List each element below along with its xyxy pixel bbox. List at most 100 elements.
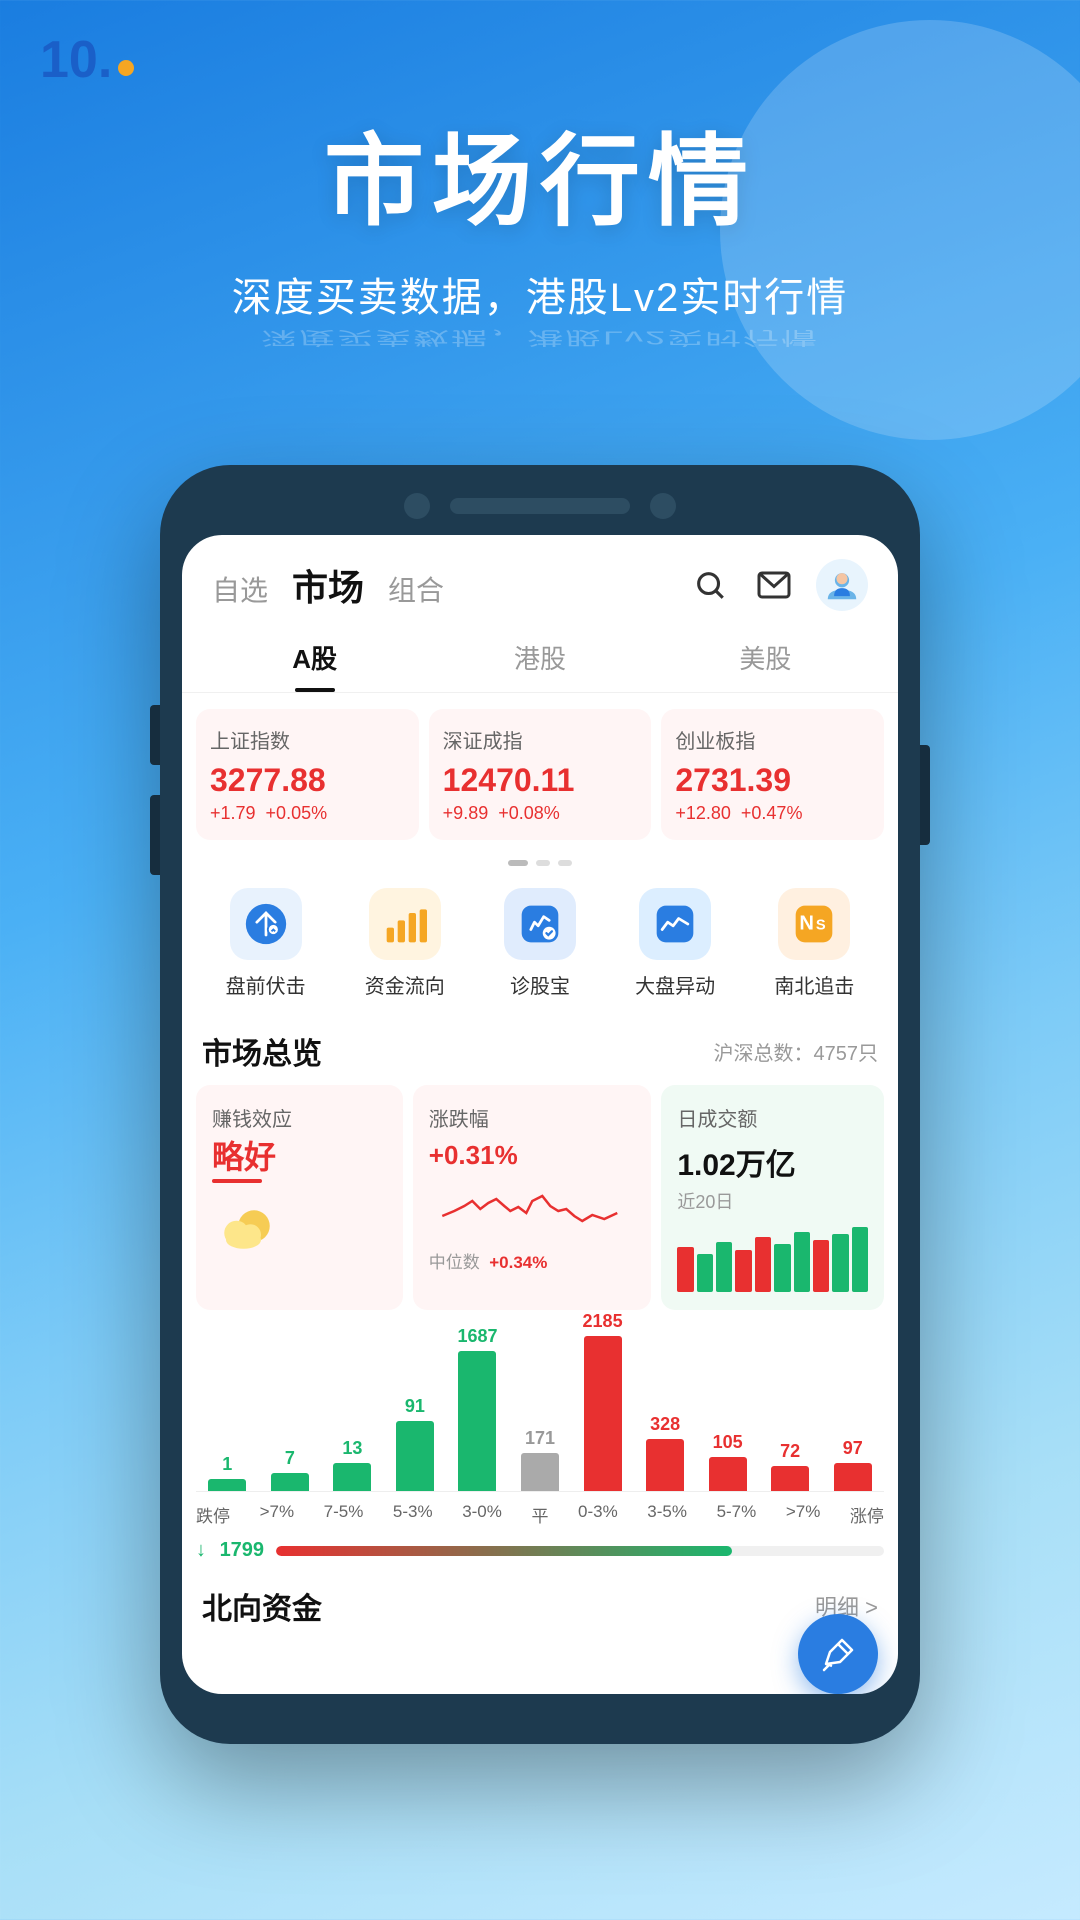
dist-col-gt7-up: 72 — [759, 1441, 822, 1491]
daily-volume-sub: 近20日 — [677, 1188, 868, 1214]
dist-bar-2 — [271, 1473, 309, 1491]
dist-label-8: 3-5% — [647, 1502, 687, 1527]
phone-screen: 自选 市场 组合 — [182, 535, 898, 1694]
side-button-left-bottom — [150, 795, 160, 875]
side-button-right — [920, 745, 930, 845]
dist-label-2: >7% — [260, 1502, 295, 1527]
top-banner: 10. 市场行情 深度买卖数据，港股Lv2实时行情 深度买卖数据，港股Lv2实时… — [0, 0, 1080, 445]
market-change-icon — [639, 888, 711, 960]
dist-label-5: 3-0% — [462, 1502, 502, 1527]
dist-val-3: 13 — [342, 1438, 362, 1459]
dist-val-1: 1 — [222, 1454, 232, 1475]
dist-label-11: 涨停 — [850, 1502, 884, 1527]
phone-wrapper: 自选 市场 组合 — [0, 465, 1080, 1744]
dist-val-11: 97 — [843, 1438, 863, 1459]
rise-fall-card[interactable]: 涨跌幅 +0.31% 中位数 +0.34% — [413, 1085, 652, 1310]
banner-subtitle-mirror: 深度买卖数据，港股Lv2实时行情 — [60, 326, 1020, 352]
dist-bar-9 — [709, 1457, 747, 1491]
progress-down-value: ↓ 1799 — [196, 1539, 264, 1562]
dist-col-3to5-up: 328 — [634, 1414, 697, 1491]
dist-label-3: 7-5% — [324, 1502, 364, 1527]
version-dot — [118, 60, 134, 76]
money-effect-card[interactable]: 赚钱效应 略好 — [196, 1085, 403, 1310]
panqian-icon — [230, 888, 302, 960]
shanghai-label: 上证指数 — [210, 725, 405, 754]
daily-volume-value: 1.02万亿 — [677, 1140, 868, 1184]
tab-a-shares[interactable]: A股 — [202, 627, 427, 692]
tool-zhengubao[interactable]: 诊股宝 — [504, 888, 576, 999]
tool-south-north[interactable]: N S 南北追击 — [774, 888, 854, 999]
dist-bar-10 — [771, 1466, 809, 1491]
index-card-shenzhen[interactable]: 深证成指 12470.11 +9.89 +0.08% — [429, 709, 652, 840]
dist-val-9: 105 — [713, 1432, 743, 1453]
dot-1 — [508, 860, 528, 866]
dist-label-7: 0-3% — [578, 1502, 618, 1527]
dist-bar-6 — [521, 1453, 559, 1491]
nav-tab-portfolio[interactable]: 组合 — [388, 569, 444, 609]
rise-fall-label: 涨跌幅 — [429, 1103, 636, 1132]
tab-us-shares[interactable]: 美股 — [653, 627, 878, 692]
daily-volume-card[interactable]: 日成交额 1.02万亿 近20日 — [661, 1085, 884, 1310]
dist-label-1: 跌停 — [196, 1502, 230, 1527]
market-overview-header: 市场总览 沪深总数：4757只 — [182, 1019, 898, 1085]
tool-money-flow[interactable]: 资金流向 — [365, 888, 445, 999]
version-number: 10. — [40, 30, 112, 90]
dist-col-diting: 1 — [196, 1454, 259, 1491]
north-funds-title: 北向资金 — [202, 1584, 322, 1628]
svg-text:N: N — [800, 913, 815, 935]
phone-top-bar — [182, 493, 898, 519]
dot-2 — [536, 860, 550, 866]
dist-bar-1 — [208, 1479, 246, 1491]
money-flow-icon — [369, 888, 441, 960]
progress-bar — [276, 1546, 884, 1556]
fab-button[interactable] — [798, 1614, 878, 1694]
index-card-shanghai[interactable]: 上证指数 3277.88 +1.79 +0.05% — [196, 709, 419, 840]
money-effect-label: 赚钱效应 — [212, 1103, 387, 1132]
south-north-icon: N S — [778, 888, 850, 960]
tool-market-change[interactable]: 大盘异动 — [635, 888, 715, 999]
dist-bars: 1 7 13 91 — [196, 1332, 884, 1492]
dist-col-7to5-down: 13 — [321, 1438, 384, 1491]
phone-mockup: 自选 市场 组合 — [160, 465, 920, 1744]
dist-col-0to3-up: 2185 — [571, 1311, 634, 1491]
down-count: 1799 — [220, 1539, 265, 1562]
shenzhen-value: 12470.11 — [443, 762, 638, 799]
chuangye-value: 2731.39 — [675, 762, 870, 799]
nav-tab-watchlist[interactable]: 自选 — [212, 569, 268, 609]
shanghai-change: +1.79 +0.05% — [210, 803, 405, 824]
dist-val-6: 171 — [525, 1428, 555, 1449]
dot-3 — [558, 860, 572, 866]
dist-col-gt7-down: 7 — [259, 1448, 322, 1491]
stats-row: 赚钱效应 略好 涨跌幅 +0.31% — [182, 1085, 898, 1324]
tab-hk-shares[interactable]: 港股 — [427, 627, 652, 692]
rise-fall-value: +0.31% — [429, 1140, 636, 1171]
dist-label-10: >7% — [786, 1502, 821, 1527]
pagination-dots — [182, 860, 898, 866]
daily-volume-label: 日成交额 — [677, 1103, 868, 1132]
side-button-left-top — [150, 705, 160, 765]
progress-bar-fill — [276, 1546, 732, 1556]
market-overview-title: 市场总览 — [202, 1029, 322, 1073]
mail-button[interactable] — [752, 563, 796, 607]
money-effect-underline — [212, 1179, 262, 1183]
avatar-button[interactable] — [816, 559, 868, 611]
dist-val-5: 1687 — [457, 1326, 497, 1347]
dist-val-7: 2185 — [583, 1311, 623, 1332]
search-button[interactable] — [688, 563, 732, 607]
dist-col-5to7-up: 105 — [696, 1432, 759, 1491]
phone-speaker — [450, 498, 630, 514]
dist-bar-7 — [584, 1336, 622, 1491]
dist-bar-11 — [834, 1463, 872, 1491]
dist-label-6: 平 — [531, 1502, 548, 1527]
index-card-chuangye[interactable]: 创业板指 2731.39 +12.80 +0.47% — [661, 709, 884, 840]
chuangye-change: +12.80 +0.47% — [675, 803, 870, 824]
nav-tab-market[interactable]: 市场 — [292, 559, 364, 611]
dist-val-2: 7 — [285, 1448, 295, 1469]
zhengubao-label: 诊股宝 — [510, 970, 570, 999]
distribution-chart: 1 7 13 91 — [182, 1324, 898, 1527]
deco-circle — [720, 20, 1080, 440]
dist-val-10: 72 — [780, 1441, 800, 1462]
market-tabs: A股 港股 美股 — [182, 627, 898, 693]
tool-panqian[interactable]: 盘前伏击 — [226, 888, 306, 999]
market-change-label: 大盘异动 — [635, 970, 715, 999]
